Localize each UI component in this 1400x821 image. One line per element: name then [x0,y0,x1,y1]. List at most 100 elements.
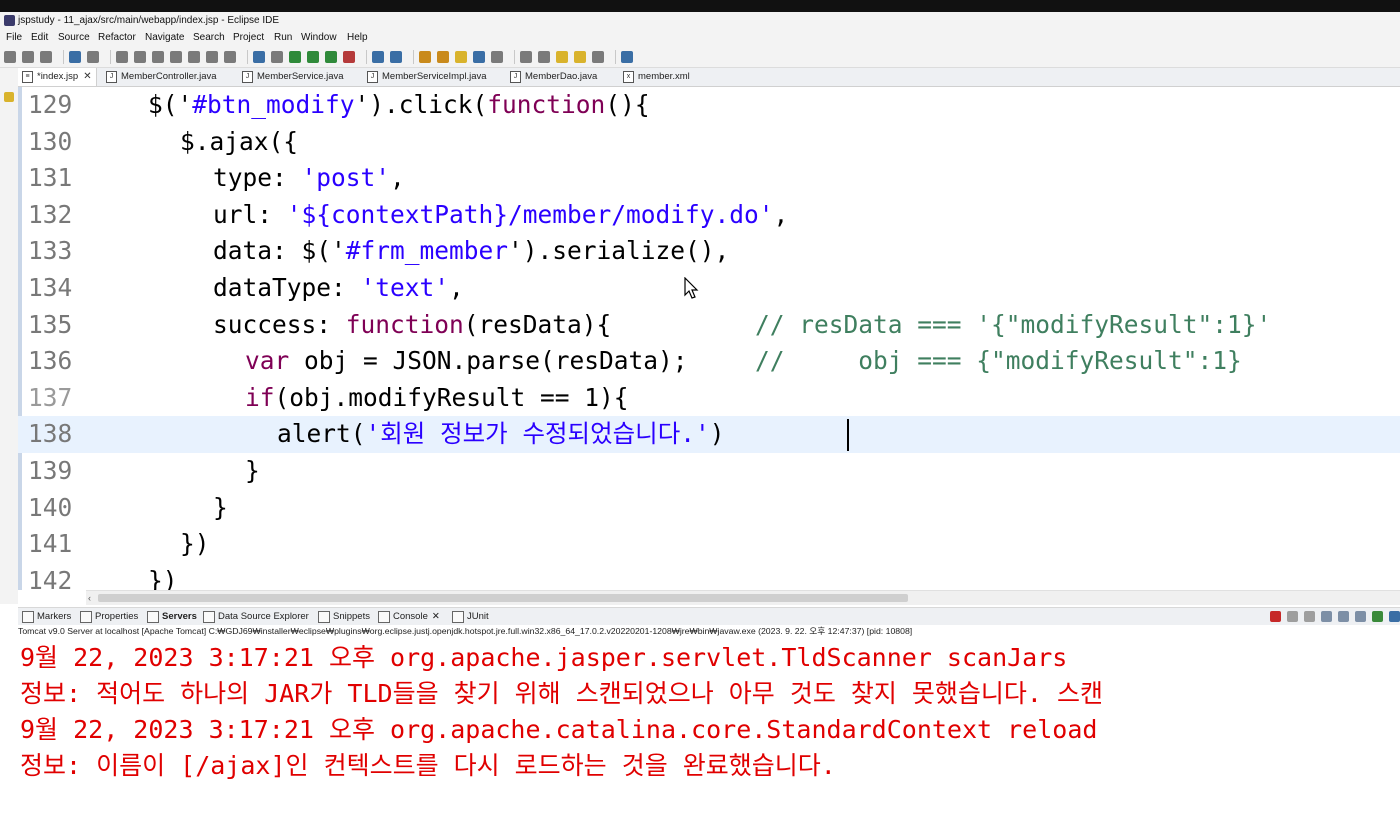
console-line: 정보: 이름이 [/ajax]인 컨텍스트를 다시 로드하는 것을 완료했습니다… [20,751,836,780]
jsp-file-icon: ≡ [22,71,33,83]
tab-member-service-impl[interactable]: J MemberServiceImpl.java [367,68,487,86]
step-return-icon[interactable] [224,50,236,63]
tab-member-dao[interactable]: J MemberDao.java [510,68,597,86]
code-editor[interactable]: 129 $('#btn_modify').click(function(){ 1… [18,87,1400,590]
tab-servers[interactable]: Servers [147,608,197,625]
suspend-icon[interactable] [134,50,146,63]
code-text: }) [148,565,178,590]
tab-properties[interactable]: Properties [80,608,138,625]
code-line: 142 }) [18,563,1400,590]
show-whitespace-icon[interactable] [271,50,283,63]
menu-refactor[interactable]: Refactor [98,29,136,46]
external-tools-icon[interactable] [343,50,355,63]
previous-annotation-icon[interactable] [538,50,550,63]
code-text: if(obj.modifyResult == 1){ [245,382,629,412]
mouse-pointer-icon [684,277,699,299]
tab-junit[interactable]: JUnit [452,608,489,625]
tab-data-source-explorer[interactable]: Data Source Explorer [203,608,309,625]
line-number: 136 [28,346,73,376]
tab-markers[interactable]: Markers [22,608,71,625]
skip-breakpoints-icon[interactable] [87,50,99,63]
console-output[interactable]: 9월 22, 2023 3:17:21 오후 org.apache.jasper… [0,640,1400,821]
java-file-icon: J [367,71,378,83]
open-console-icon[interactable] [1389,611,1400,622]
line-number: 139 [28,456,73,485]
scroll-lock-icon[interactable] [1321,611,1332,622]
horizontal-scrollbar[interactable]: ‹ [86,590,1400,605]
menu-search[interactable]: Search [193,29,225,46]
resume-icon[interactable] [116,50,128,63]
terminate-icon[interactable] [152,50,164,63]
scroll-left-icon[interactable]: ‹ [88,591,91,605]
tab-member-controller[interactable]: J MemberController.java [106,68,217,86]
code-text: data: $('#frm_member').serialize(), [213,236,730,266]
code-text: var obj = JSON.parse(resData); [245,346,688,376]
globe-icon[interactable] [473,50,485,63]
tab-snippets[interactable]: Snippets [318,608,370,625]
pin-console-icon[interactable] [1355,611,1366,622]
console-toolbar [1264,611,1400,622]
code-comment: // resData === '{"modifyResult":1}' [755,309,1272,339]
run-icon[interactable] [307,50,319,63]
maximize-icon[interactable] [621,50,633,63]
terminate-icon[interactable] [1270,611,1281,622]
data-source-icon [203,610,215,623]
title-bar: jspstudy - 11_ajax/src/main/webapp/index… [0,12,1400,29]
next-annotation-icon[interactable] [520,50,532,63]
step-over-icon[interactable] [206,50,218,63]
forward-icon[interactable] [592,50,604,63]
line-number: 131 [28,163,73,193]
last-edit-location-icon[interactable] [556,50,568,63]
line-number: 129 [28,90,73,119]
back-icon[interactable] [574,50,586,63]
terminal-icon[interactable] [69,50,81,63]
scrollbar-thumb[interactable] [98,594,908,602]
disconnect-icon[interactable] [170,50,182,63]
window-title: jspstudy - 11_ajax/src/main/webapp/index… [18,15,280,26]
save-icon[interactable] [22,50,34,63]
search-icon[interactable] [455,50,467,63]
line-number: 141 [28,529,73,559]
open-task-icon[interactable] [437,50,449,63]
debug-icon[interactable] [289,50,301,63]
code-line: 139 } [18,453,1400,490]
save-all-icon[interactable] [40,50,52,63]
menu-project[interactable]: Project [233,29,264,46]
open-type-icon[interactable] [419,50,431,63]
tab-label: MemberServiceImpl.java [382,71,487,82]
menu-window[interactable]: Window [301,29,337,46]
toolbar-separator [514,49,515,64]
tab-member-service[interactable]: J MemberService.java [242,68,344,86]
menu-navigate[interactable]: Navigate [145,29,184,46]
close-icon[interactable]: ✕ [432,608,440,625]
step-into-icon[interactable] [188,50,200,63]
line-number: 135 [28,309,73,339]
code-line: 135 success: function(resData){ // resDa… [18,307,1400,344]
new-class-icon[interactable] [390,50,402,63]
remove-launch-icon[interactable] [1287,611,1298,622]
line-number: 138 [28,419,73,449]
display-console-icon[interactable] [1372,611,1383,622]
tab-member-xml[interactable]: x member.xml [623,68,690,86]
code-text: url: '${contextPath}/member/modify.do', [213,199,789,229]
menu-run[interactable]: Run [274,29,292,46]
close-icon[interactable]: ✕ [83,68,91,86]
toggle-block-icon[interactable] [253,50,265,63]
code-line: 131 type: 'post', [18,160,1400,197]
tab-console[interactable]: Console ✕ [378,608,440,625]
restore-icon[interactable] [4,92,14,102]
menu-help[interactable]: Help [347,29,368,46]
code-text: } [213,492,228,522]
new-icon[interactable] [4,50,16,63]
word-wrap-icon[interactable] [1338,611,1349,622]
code-text: dataType: 'text', [213,273,464,302]
menu-file[interactable]: File [6,29,22,46]
tab-index-jsp[interactable]: ≡ *index.jsp ✕ [18,68,97,86]
coverage-icon[interactable] [325,50,337,63]
remove-all-icon[interactable] [1304,611,1315,622]
menu-source[interactable]: Source [58,29,90,46]
code-text: alert('회원 정보가 수정되었습니다.') [277,419,725,449]
menu-edit[interactable]: Edit [31,29,48,46]
pin-editor-icon[interactable] [491,50,503,63]
new-server-icon[interactable] [372,50,384,63]
